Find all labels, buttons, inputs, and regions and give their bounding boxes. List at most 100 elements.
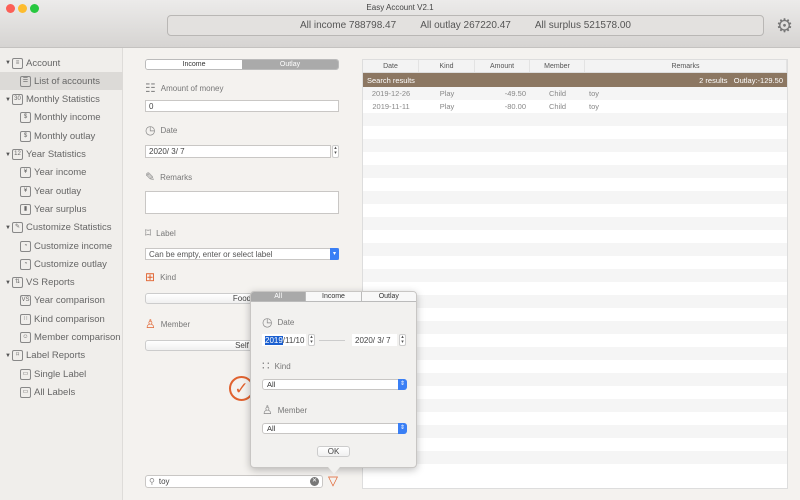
cell-date: 2019-11-11: [372, 102, 410, 111]
gear-icon[interactable]: ⚙: [776, 15, 793, 38]
sidebar-item-label: All Labels: [34, 386, 76, 398]
remarks-input[interactable]: [145, 191, 339, 214]
tab-outlay[interactable]: Outlay: [242, 60, 338, 69]
empty-row: [363, 191, 787, 204]
sidebar-item-customize-outlay[interactable]: ◔ Customize outlay: [0, 255, 123, 273]
tab-income[interactable]: Income: [146, 60, 242, 69]
kind-select[interactable]: All ⇕: [262, 379, 407, 390]
labels-icon: ▭: [20, 386, 31, 398]
empty-row: [363, 451, 787, 464]
empty-row: [363, 438, 787, 451]
window-title: Easy Account V2.1: [366, 3, 434, 12]
label-combobox[interactable]: Can be empty, enter or select label: [145, 248, 339, 260]
amount-label: Amount of money: [160, 83, 224, 93]
filter-tabs[interactable]: All Income Outlay: [251, 292, 416, 302]
chevron-down-icon[interactable]: ▾: [330, 248, 339, 260]
sidebar-item-year-income[interactable]: ¥ Year income: [0, 164, 123, 182]
column-remarks[interactable]: Remarks: [585, 60, 787, 72]
empty-row: [363, 256, 787, 269]
sidebar-item-label: Monthly outlay: [34, 130, 96, 142]
accounts-table: Date Kind Amount Member Remarks Search r…: [362, 59, 788, 489]
vs-icon: VS: [20, 295, 31, 307]
column-member[interactable]: Member: [530, 60, 585, 72]
result-total: Outlay:-129.50: [733, 75, 783, 85]
sidebar-item-year-comparison[interactable]: VS Year comparison: [0, 292, 123, 310]
sidebar-item-monthly-outlay[interactable]: $ Monthly outlay: [0, 127, 123, 145]
empty-row: [363, 425, 787, 438]
sidebar-item-label-reports[interactable]: ▼ ⌑ Label Reports: [0, 347, 123, 365]
sidebar-item-all-labels[interactable]: ▭ All Labels: [0, 383, 123, 401]
sidebar-item-label: Customize Statistics: [26, 222, 112, 234]
empty-row: [363, 282, 787, 295]
table-row[interactable]: 2019-11-11 Play -80.00 Child toy: [363, 100, 787, 113]
filter-date-label: Date: [277, 317, 295, 327]
sidebar-item-monthly-statistics[interactable]: ▼ 30 Monthly Statistics: [0, 91, 123, 109]
date-to-stepper[interactable]: ▴ ▾: [399, 334, 406, 346]
sidebar-item-customize-statistics[interactable]: ▼ ✎ Customize Statistics: [0, 219, 123, 237]
date-from-year: 2019: [265, 335, 283, 345]
clear-search-icon[interactable]: ✕: [310, 477, 319, 486]
empty-row: [363, 386, 787, 399]
sidebar-item-list-of-accounts[interactable]: ☰ List of accounts: [0, 72, 123, 91]
date-stepper[interactable]: ▴ ▾: [332, 145, 339, 158]
table-body: 2019-12-26 Play -49.50 Child toy 2019-11-11 Pl…: [363, 87, 787, 477]
date-to-input[interactable]: 2020/ 3/ 7: [352, 334, 397, 346]
filter-tab-all[interactable]: All: [251, 292, 306, 301]
filter-tab-outlay[interactable]: Outlay: [360, 292, 416, 301]
sidebar-item-year-outlay[interactable]: ¥ Year outlay: [0, 182, 123, 200]
search-icon: ⚲: [149, 477, 155, 486]
empty-row: [363, 399, 787, 412]
disclosure-triangle-icon[interactable]: ▼: [2, 353, 11, 359]
search-value: toy: [158, 477, 170, 486]
sidebar-item-customize-income[interactable]: ◔ Customize income: [0, 237, 123, 255]
sidebar-item-vs-reports[interactable]: ▼ ⇅ VS Reports: [0, 274, 123, 292]
empty-row: [363, 321, 787, 334]
cell-amount: -49.50: [504, 89, 526, 98]
sidebar-item-label: Label Reports: [26, 350, 86, 362]
sidebar-item-monthly-income[interactable]: $ Monthly income: [0, 109, 123, 127]
sidebar-item-year-statistics[interactable]: ▼ 12 Year Statistics: [0, 146, 123, 164]
bookmark-icon: ⌑: [12, 350, 23, 362]
column-amount[interactable]: Amount: [475, 60, 530, 72]
filter-popover: All Income Outlay ◷ Date 2019/11/10 ▴ ▾ 20…: [250, 291, 417, 468]
chevron-updown-icon: ⇕: [398, 423, 407, 434]
disclosure-triangle-icon[interactable]: ▼: [2, 97, 11, 103]
filter-tab-income[interactable]: Income: [305, 292, 361, 301]
kind-label: Kind: [160, 272, 177, 282]
amount-input[interactable]: 0: [145, 100, 339, 112]
empty-row: [363, 412, 787, 425]
member-select[interactable]: All ⇕: [262, 423, 407, 434]
coins-icon: ☷: [145, 81, 156, 95]
sidebar-item-single-label[interactable]: ▭ Single Label: [0, 365, 123, 383]
empty-row: [363, 464, 787, 477]
disclosure-triangle-icon[interactable]: ▼: [2, 60, 11, 66]
table-row[interactable]: 2019-12-26 Play -49.50 Child toy: [363, 87, 787, 100]
sidebar-item-year-surplus[interactable]: ▮ Year surplus: [0, 200, 123, 218]
sidebar-item-account[interactable]: ▼ ≡ Account: [0, 54, 123, 72]
column-date[interactable]: Date: [363, 60, 419, 72]
sidebar-item-member-comparison[interactable]: ☺ Member comparison: [0, 329, 123, 347]
search-results-banner: Search results 2 results Outlay:-129.50: [363, 73, 787, 87]
grid-icon: ⊞: [145, 270, 156, 284]
ok-button[interactable]: OK: [317, 446, 350, 457]
sidebar-item-label: Account: [26, 57, 61, 69]
grid-icon: ∷: [262, 359, 270, 373]
type-segmented-control[interactable]: Income Outlay: [145, 59, 339, 70]
popover-arrow: [328, 467, 340, 474]
clock-icon: ◷: [145, 123, 156, 137]
filter-icon[interactable]: ▽: [328, 473, 338, 489]
sidebar-item-label: Customize outlay: [34, 258, 107, 270]
date-input[interactable]: 2020/ 3/ 7: [145, 145, 331, 158]
column-kind[interactable]: Kind: [419, 60, 475, 72]
search-input[interactable]: ⚲ toy ✕: [145, 475, 323, 488]
coin-icon: ¥: [20, 167, 31, 179]
disclosure-triangle-icon[interactable]: ▼: [2, 152, 11, 158]
disclosure-triangle-icon[interactable]: ▼: [2, 225, 11, 231]
date-from-input[interactable]: 2019/11/10: [262, 334, 306, 346]
date-from-stepper[interactable]: ▴ ▾: [308, 334, 315, 346]
calendar-30-icon: 30: [12, 94, 23, 106]
empty-row: [363, 347, 787, 360]
sidebar-item-kind-comparison[interactable]: ∷ Kind comparison: [0, 310, 123, 328]
sidebar-item-label: List of accounts: [34, 75, 101, 87]
disclosure-triangle-icon[interactable]: ▼: [2, 280, 11, 286]
